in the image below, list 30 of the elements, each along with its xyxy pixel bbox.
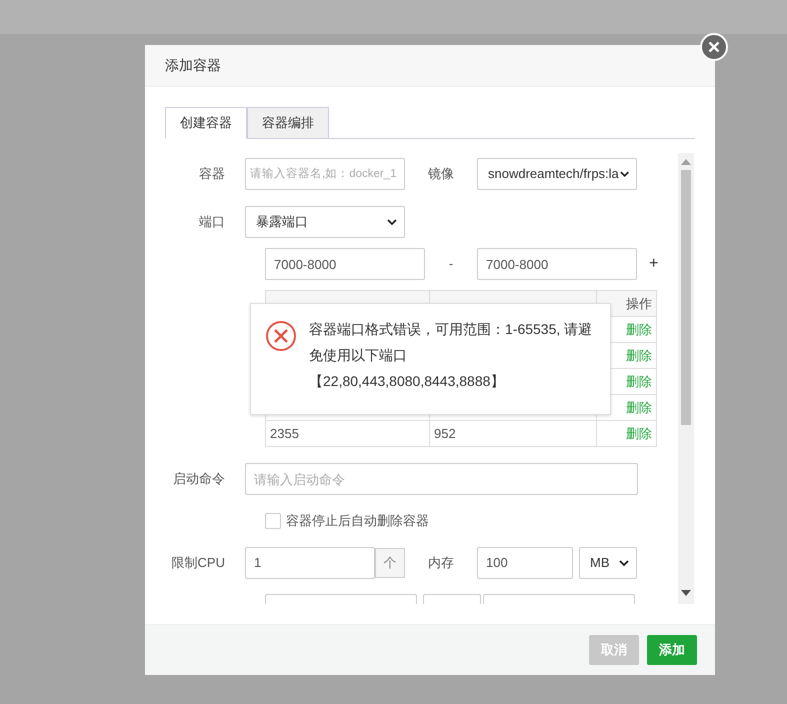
container-name-field[interactable]: 请输入容器名,如：docker_1 <box>245 158 405 190</box>
cpu-field[interactable]: 1 <box>245 546 375 578</box>
field-label: 端口 <box>198 213 226 232</box>
port-range-field[interactable]: 7000-8000 <box>477 248 637 280</box>
image-select[interactable]: snowdreamtech/frps:la <box>477 158 637 190</box>
close-button[interactable] <box>700 33 728 61</box>
field-label: 容器 <box>198 165 226 184</box>
command-field[interactable]: 请输入启动命令 <box>245 463 638 495</box>
tab[interactable]: 容器编排 <box>247 107 329 139</box>
tab[interactable]: 创建容器 <box>165 107 247 139</box>
error-icon <box>265 320 297 352</box>
field-label: 镜像 <box>427 165 455 184</box>
checkbox[interactable] <box>265 512 281 529</box>
table-cell: 952 <box>430 420 596 446</box>
range-separator: - <box>448 255 454 274</box>
unit-select[interactable]: MB <box>579 546 637 578</box>
field-label: 内存 <box>427 554 455 572</box>
scrollbar[interactable] <box>678 153 694 604</box>
port-type-select[interactable]: 暴露端口 <box>245 206 405 238</box>
scroll-up-icon[interactable] <box>681 159 691 165</box>
add-port-link[interactable]: + <box>649 252 658 276</box>
memory-field[interactable]: 100 <box>477 546 573 578</box>
error-message: 容器端口格式错误，可用范围：1-65535, 请避免使用以下端口【22,80,443,8080,8443,8888】 <box>309 320 594 391</box>
checkbox-label: 容器停止后自动删除容器 <box>286 512 429 530</box>
scroll-down-icon[interactable] <box>681 590 691 596</box>
field-label: 启动命令 <box>172 470 226 488</box>
port-range-field[interactable]: 7000-8000 <box>265 248 425 280</box>
dialog-title: 添加容器 <box>165 56 221 75</box>
table-cell: 2355 <box>266 420 430 446</box>
field-label: 限制CPU <box>170 554 226 572</box>
